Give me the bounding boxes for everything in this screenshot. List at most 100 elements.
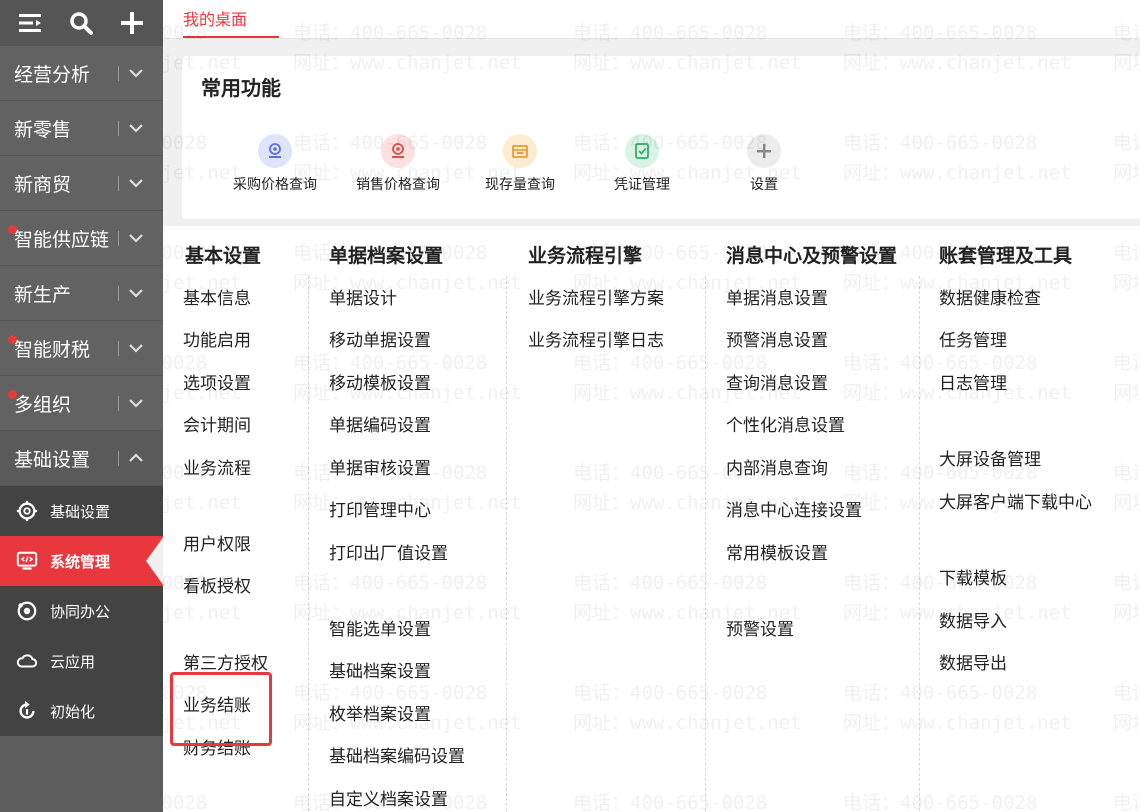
collab-icon xyxy=(17,601,37,621)
settings-link[interactable]: 打印出厂值设置 xyxy=(329,539,448,564)
search-icon[interactable] xyxy=(66,8,96,38)
settings-link[interactable]: 大屏客户端下载中心 xyxy=(939,488,1092,513)
settings-link[interactable]: 常用模板设置 xyxy=(726,539,828,564)
settings-link[interactable]: 基础档案编码设置 xyxy=(329,742,465,767)
column-divider xyxy=(705,276,706,812)
plus-icon xyxy=(747,134,781,168)
settings-link[interactable]: 任务管理 xyxy=(939,326,1007,351)
chevron-down-icon[interactable] xyxy=(127,339,145,357)
quick-item-stock[interactable]: 现存量查询 xyxy=(465,134,575,194)
plus-icon[interactable] xyxy=(117,8,147,38)
settings-link[interactable]: 日志管理 xyxy=(939,369,1007,394)
quick-item-settings[interactable]: 设置 xyxy=(709,134,819,194)
settings-link[interactable]: 自定义档案设置 xyxy=(329,785,448,810)
sidebar-item[interactable]: 新生产 xyxy=(0,266,163,321)
settings-link[interactable]: 基本信息 xyxy=(183,284,251,309)
settings-link[interactable]: 智能选单设置 xyxy=(329,615,431,640)
quick-item-sales-price[interactable]: 销售价格查询 xyxy=(343,134,453,194)
settings-link[interactable]: 移动模板设置 xyxy=(329,369,431,394)
chevron-up-icon[interactable] xyxy=(127,449,145,467)
main-content: 我的桌面 电话：400-665-0028网址：www.chanjet.net电话… xyxy=(163,0,1140,812)
submenu-item-system-management[interactable]: 系统管理 xyxy=(0,536,164,586)
notification-dot xyxy=(8,225,17,234)
submenu-label: 系统管理 xyxy=(50,552,111,571)
tab-my-desktop[interactable]: 我的桌面 xyxy=(183,6,279,38)
quick-item-purchase-price[interactable]: 采购价格查询 xyxy=(220,134,330,194)
settings-link[interactable]: 个性化消息设置 xyxy=(726,411,845,436)
quick-functions-title: 常用功能 xyxy=(201,76,281,100)
settings-link[interactable]: 数据导出 xyxy=(939,649,1007,674)
settings-link[interactable]: 下载模板 xyxy=(939,564,1007,589)
voucher-icon xyxy=(625,134,659,168)
quick-functions-card: 常用功能 采购价格查询 销售价格查询 现存量查询 凭证管理 设置 xyxy=(182,56,1140,219)
sidebar-submenu: 基础设置 系统管理 协同办公 云应用 初始化 xyxy=(0,486,164,736)
settings-link[interactable]: 看板授权 xyxy=(183,572,251,597)
settings-panel: 基本设置 基本信息 功能启用 选项设置 会计期间 业务流程 用户权限 看板授权 第三方授权 业务结… xyxy=(163,226,1140,812)
purchase-price-icon xyxy=(258,134,292,168)
sidebar: 经营分析 新零售 新商贸 智能供应链 新生产 智能财税 多组织 基础设置 基础设置 系统管理 … xyxy=(0,0,164,812)
submenu-label: 协同办公 xyxy=(50,602,111,621)
settings-link[interactable]: 选项设置 xyxy=(183,369,251,394)
submenu-item-cloud-apps[interactable]: 云应用 xyxy=(0,636,163,686)
chevron-down-icon[interactable] xyxy=(127,174,145,192)
stock-icon xyxy=(503,134,537,168)
separator xyxy=(118,66,119,81)
submenu-item-initialize[interactable]: 初始化 xyxy=(0,686,163,736)
sidebar-item[interactable]: 多组织 xyxy=(0,376,163,431)
chevron-down-icon[interactable] xyxy=(127,394,145,412)
settings-link[interactable]: 业务流程引擎日志 xyxy=(528,326,664,351)
settings-link[interactable]: 打印管理中心 xyxy=(329,496,431,521)
sidebar-item[interactable]: 智能财税 xyxy=(0,321,163,376)
submenu-item-collab-office[interactable]: 协同办公 xyxy=(0,586,163,636)
separator xyxy=(118,451,119,466)
column-heading: 基本设置 xyxy=(185,245,262,267)
settings-link[interactable]: 大屏设备管理 xyxy=(939,445,1041,470)
settings-link[interactable]: 数据健康检查 xyxy=(939,284,1041,309)
settings-link[interactable]: 单据设计 xyxy=(329,284,397,309)
sidebar-item[interactable]: 智能供应链 xyxy=(0,211,163,266)
menu-toggle-icon[interactable] xyxy=(16,8,46,38)
sidebar-item[interactable]: 经营分析 xyxy=(0,46,163,101)
sidebar-item[interactable]: 基础设置 xyxy=(0,431,163,486)
settings-link[interactable]: 功能启用 xyxy=(183,326,251,351)
settings-link[interactable]: 查询消息设置 xyxy=(726,369,828,394)
separator xyxy=(118,341,119,356)
settings-link[interactable]: 预警设置 xyxy=(726,615,794,640)
settings-link[interactable]: 业务流程 xyxy=(183,454,251,479)
settings-link[interactable]: 单据审核设置 xyxy=(329,454,431,479)
settings-link[interactable]: 基础档案设置 xyxy=(329,657,431,682)
chevron-down-icon[interactable] xyxy=(127,119,145,137)
settings-link[interactable]: 消息中心连接设置 xyxy=(726,496,862,521)
quick-item-label: 采购价格查询 xyxy=(233,177,317,193)
column-divider xyxy=(506,276,507,812)
settings-link[interactable]: 会计期间 xyxy=(183,411,251,436)
settings-link[interactable]: 用户权限 xyxy=(183,530,251,555)
settings-link[interactable]: 单据编码设置 xyxy=(329,411,431,436)
settings-link[interactable]: 移动单据设置 xyxy=(329,326,431,351)
sidebar-item[interactable]: 新零售 xyxy=(0,101,163,156)
sidebar-menu: 经营分析 新零售 新商贸 智能供应链 新生产 智能财税 多组织 基础设置 xyxy=(0,46,163,486)
submenu-label: 云应用 xyxy=(50,652,96,671)
settings-link[interactable]: 预警消息设置 xyxy=(726,326,828,351)
quick-item-label: 凭证管理 xyxy=(614,177,670,193)
column-heading: 业务流程引擎 xyxy=(528,245,643,267)
monitor-code-icon xyxy=(16,551,38,570)
quick-item-label: 现存量查询 xyxy=(485,177,555,193)
sidebar-item[interactable]: 新商贸 xyxy=(0,156,163,211)
settings-link[interactable]: 枚举档案设置 xyxy=(329,700,431,725)
separator xyxy=(118,176,119,191)
settings-link[interactable]: 数据导入 xyxy=(939,607,1007,632)
quick-item-voucher[interactable]: 凭证管理 xyxy=(587,134,697,194)
settings-link[interactable]: 业务流程引擎方案 xyxy=(528,284,664,309)
settings-link[interactable]: 第三方授权 xyxy=(183,649,268,674)
quick-item-label: 设置 xyxy=(750,177,778,193)
submenu-label: 基础设置 xyxy=(50,502,111,521)
settings-link[interactable]: 内部消息查询 xyxy=(726,454,828,479)
separator xyxy=(118,231,119,246)
chevron-down-icon[interactable] xyxy=(127,64,145,82)
settings-link[interactable]: 单据消息设置 xyxy=(726,284,828,309)
separator xyxy=(118,121,119,136)
submenu-item-basic-settings[interactable]: 基础设置 xyxy=(0,486,163,536)
chevron-down-icon[interactable] xyxy=(127,284,145,302)
chevron-down-icon[interactable] xyxy=(127,229,145,247)
